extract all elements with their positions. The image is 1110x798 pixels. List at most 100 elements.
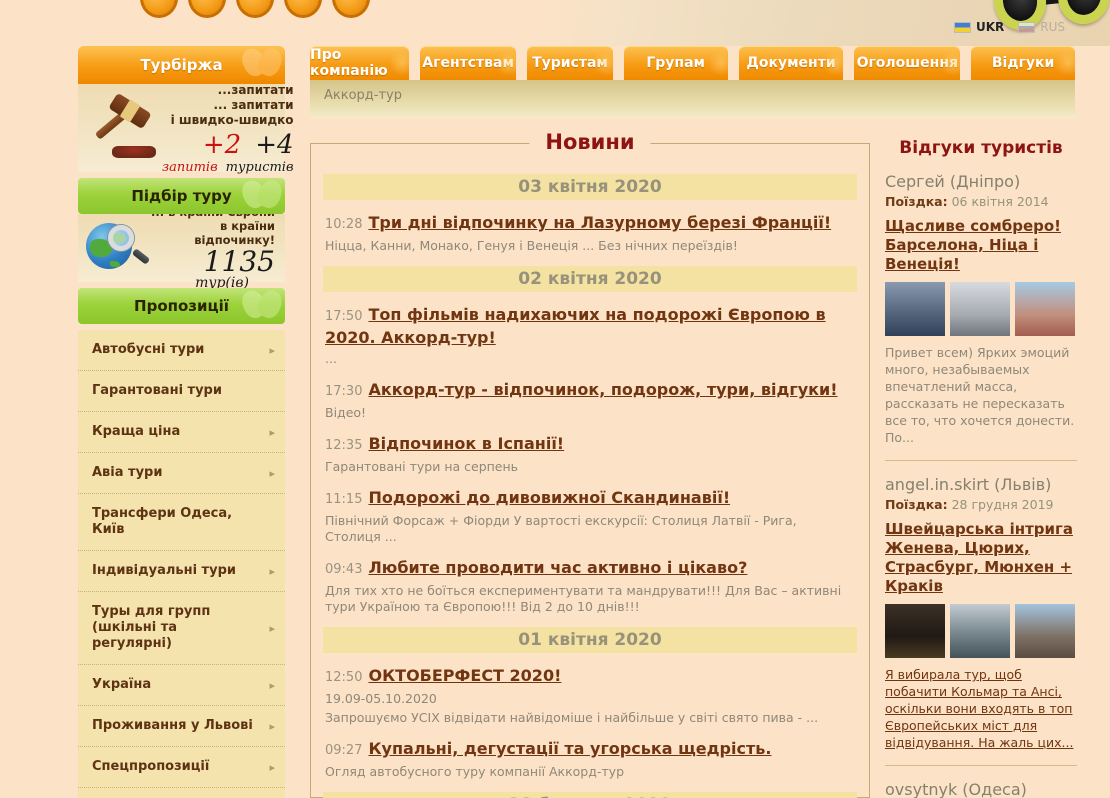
sidebar-menu-item[interactable]: Гарантовані тури [78,371,285,412]
reviews-title: Відгуки туристів [899,138,1063,158]
news-link[interactable]: Подорожі до дивовижної Скандинавії! [368,488,730,507]
breadcrumb[interactable]: Аккорд-тур [310,80,1075,103]
news-link[interactable]: ОКТОБЕРФЕСТ 2020! [368,666,561,685]
nav-tab[interactable]: Документи [738,46,844,80]
news-title: Новини [529,130,651,154]
review-title-link[interactable]: Швейцарська інтрига Женева, Цюрих, Страс… [885,520,1077,596]
sidebar-menu-item-label: Авіа тури [92,465,163,480]
sidebar-menu-item-label: Туры для групп (шкільні та регулярні) [92,604,211,651]
top-banner: UKR RUS [0,0,1110,46]
lang-ukr[interactable]: UKR [953,20,1005,34]
nav-tab[interactable]: Групам [623,46,728,80]
left-sidebar: Турбіржа ...запитати ... запитати і швид… [78,46,294,798]
butterfly-icon [241,180,283,214]
news-description: Для тих хто не боїться експериментувати … [325,583,842,614]
butterfly-icon [241,48,283,82]
sidebar-menu-item-label: Трансфери Одеса, Київ [92,506,233,537]
news-item: 17:50 Топ фільмів надихаючих на подорожі … [325,304,855,367]
sidebar-menu-item[interactable]: Авіа тури ▸ [78,453,285,494]
sidebar-menu-item[interactable]: Україна ▸ [78,665,285,706]
divider [885,460,1077,461]
nav-tab[interactable]: Оголошення [854,46,961,80]
news-link[interactable]: Аккорд-тур - відпочинок, подорож, тури, … [368,380,837,399]
review-author: angel.in.skirt (Львів) [885,475,1052,494]
divider [885,765,1077,766]
sidebar-menu-item-label: Україна [92,677,152,692]
review-item: angel.in.skirt (Львів) Поїздка: 28 грудня… [885,475,1077,751]
main-nav: Про компанію Агентствам Туристам Групам Доку… [310,46,1076,80]
news-time: 09:43 [325,562,363,577]
sidebar-menu-item[interactable]: Історія турів▸ [78,788,285,798]
news-item: 10:28 Три дні відпочинку на Лазурному бер… [325,212,855,254]
news-link[interactable]: Топ фільмів надихаючих на подорожі Європ… [325,305,826,347]
review-photo[interactable] [1015,282,1075,336]
news-link[interactable]: Любите проводити час активно і цікаво? [368,558,747,577]
turbirzha-header[interactable]: Турбіржа [78,46,285,84]
chevron-right-icon: ▸ [269,564,275,578]
review-title-link[interactable]: Щасливе сомбреро! Барселона, Ніца і Вене… [885,217,1077,274]
review-item: Сергей (Дніпро) Поїздка: 06 квітня 2014 Ща… [885,172,1077,446]
news-date-header: 02 квітня 2020 [323,266,857,292]
sidebar-menu-item[interactable]: Спецпропозиції ▸ [78,747,285,788]
tourists-label: туристів [225,160,294,175]
butterfly-icon [241,290,283,324]
news-item: 09:27 Купальні, дегустації та угорська ще… [325,738,855,780]
news-description: Ніцца, Канни, Монако, Генуя і Венеція ..… [325,238,738,253]
logo-dot [332,0,370,18]
sidebar-menu-item[interactable]: Краща ціна ▸ [78,412,285,453]
review-author: Сергей (Дніпро) [885,172,1021,191]
language-switcher: UKR RUS [953,20,1065,34]
news-item: 12:35 Відпочинок в Іспанії! Гарантовані ту… [325,433,855,475]
review-author: ovsytnyk (Одеса) [885,780,1027,798]
logo-dot [188,0,226,18]
sidebar-menu-item-label: Краща ціна [92,424,181,439]
news-description: Огляд автобусного туру компанії Аккорд-т… [325,764,625,779]
sidebar-menu-item[interactable]: Трансфери Одеса, Київ [78,494,285,551]
review-photos [885,282,1077,336]
review-photo[interactable] [885,604,945,658]
sidebar-menu-item-label: Індивідуальні тури [92,563,236,578]
nav-tab[interactable]: Туристам [527,46,613,80]
ukraine-flag-icon [953,21,971,33]
news-link[interactable]: Відпочинок в Іспанії! [368,434,564,453]
review-excerpt-link[interactable]: Я вибирала тур, щоб побачити Кольмар та … [885,666,1077,751]
tour-select-widget[interactable]: ... в країни Європи в країни відпочинку!… [78,205,285,291]
review-photo[interactable] [1015,604,1075,658]
lang-rus[interactable]: RUS [1018,20,1065,34]
news-time: 17:50 [325,309,363,324]
lang-ukr-label: UKR [975,20,1005,34]
review-photos [885,604,1077,658]
sidebar-menu-item[interactable]: Туры для групп (шкільні та регулярні) ▸ [78,592,285,665]
gavel-icon [84,92,162,166]
news-time: 17:30 [325,384,363,399]
offers-title: Пропозиції [134,297,229,315]
requests-label: запитів [162,160,218,175]
reviews-sidebar: Відгуки туристів Сергей (Дніпро) Поїздка:… [885,138,1077,798]
news-description: Гарантовані тури на серпень [325,459,519,474]
chevron-right-icon: ▸ [269,760,275,774]
turbirzha-title: Турбіржа [140,56,223,74]
review-photo[interactable] [885,282,945,336]
nav-tab[interactable]: Відгуки [971,46,1076,80]
news-date-header: 01 квітня 2020 [323,627,857,653]
news-link[interactable]: Три дні відпочинку на Лазурному березі Ф… [368,213,831,232]
tour-select-header[interactable]: Підбір туру [78,178,285,214]
reviews-list: Сергей (Дніпро) Поїздка: 06 квітня 2014 Ща… [885,172,1077,798]
sidebar-menu-item[interactable]: Проживання у Львові ▸ [78,706,285,747]
sidebar-menu-item-label: Спецпропозиції [92,759,210,774]
nav-tab[interactable]: Про компанію [310,46,410,80]
review-photo[interactable] [950,604,1010,658]
sidebar-menu-item[interactable]: Індивідуальні тури ▸ [78,551,285,592]
review-photo[interactable] [950,282,1010,336]
turbirzha-widget[interactable]: ...запитати ... запитати і швидко-швидко… [78,83,294,175]
tour-count: 1135 [203,245,275,278]
sidebar-menu-item[interactable]: Автобусні тури ▸ [78,330,285,371]
news-time: 12:35 [325,438,363,453]
nav-tab[interactable]: Агентствам [420,46,517,80]
chevron-right-icon: ▸ [269,621,275,635]
review-trip-label: Поїздка: [885,194,948,209]
news-link[interactable]: Купальні, дегустації та угорська щедріст… [368,739,771,758]
sidebar-menu-item-label: Гарантовані тури [92,383,222,398]
news-panel: Новини 03 квітня 2020 10:28 Три дні відпоч… [310,130,870,798]
news-time: 11:15 [325,492,363,507]
